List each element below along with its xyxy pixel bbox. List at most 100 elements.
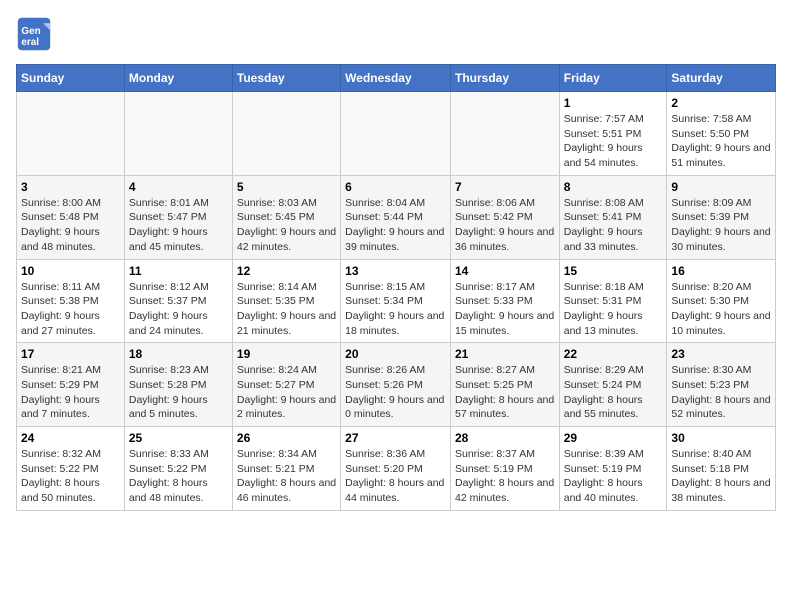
calendar-cell: 9 Sunrise: 8:09 AM Sunset: 5:39 PM Daylig… [667,175,776,259]
day-detail: Sunrise: 8:33 AM Sunset: 5:22 PM Dayligh… [129,447,228,506]
calendar-cell: 26 Sunrise: 8:34 AM Sunset: 5:21 PM Dayli… [232,427,340,511]
calendar-cell: 2 Sunrise: 7:58 AM Sunset: 5:50 PM Daylig… [667,92,776,176]
calendar-cell: 7 Sunrise: 8:06 AM Sunset: 5:42 PM Daylig… [450,175,559,259]
calendar-cell: 29 Sunrise: 8:39 AM Sunset: 5:19 PM Dayli… [559,427,667,511]
day-detail: Sunrise: 8:37 AM Sunset: 5:19 PM Dayligh… [455,447,555,506]
day-number: 25 [129,431,228,445]
day-number: 2 [671,96,771,110]
day-detail: Sunrise: 8:36 AM Sunset: 5:20 PM Dayligh… [345,447,446,506]
day-detail: Sunrise: 8:30 AM Sunset: 5:23 PM Dayligh… [671,363,771,422]
calendar-cell: 25 Sunrise: 8:33 AM Sunset: 5:22 PM Dayli… [124,427,232,511]
day-detail: Sunrise: 8:12 AM Sunset: 5:37 PM Dayligh… [129,280,228,339]
day-detail: Sunrise: 8:20 AM Sunset: 5:30 PM Dayligh… [671,280,771,339]
calendar-cell: 3Sunrise: 8:00 AM Sunset: 5:48 PM Daylig… [17,175,125,259]
day-number: 22 [564,347,663,361]
calendar-cell: 18 Sunrise: 8:23 AM Sunset: 5:28 PM Dayli… [124,343,232,427]
day-number: 23 [671,347,771,361]
calendar-cell: 1 Sunrise: 7:57 AM Sunset: 5:51 PM Daylig… [559,92,667,176]
day-number: 11 [129,264,228,278]
day-number: 13 [345,264,446,278]
calendar-cell [450,92,559,176]
day-number: 9 [671,180,771,194]
header-thursday: Thursday [450,65,559,92]
calendar-cell: 23 Sunrise: 8:30 AM Sunset: 5:23 PM Dayli… [667,343,776,427]
day-detail: Sunrise: 8:32 AM Sunset: 5:22 PM Dayligh… [21,447,120,506]
day-number: 6 [345,180,446,194]
day-detail: Sunrise: 8:24 AM Sunset: 5:27 PM Dayligh… [237,363,336,422]
day-number: 14 [455,264,555,278]
header-wednesday: Wednesday [341,65,451,92]
day-detail: Sunrise: 8:40 AM Sunset: 5:18 PM Dayligh… [671,447,771,506]
day-number: 16 [671,264,771,278]
calendar-cell: 21 Sunrise: 8:27 AM Sunset: 5:25 PM Dayli… [450,343,559,427]
day-detail: Sunrise: 7:58 AM Sunset: 5:50 PM Dayligh… [671,112,771,171]
calendar-cell: 11 Sunrise: 8:12 AM Sunset: 5:37 PM Dayli… [124,259,232,343]
day-number: 1 [564,96,663,110]
calendar-table: SundayMondayTuesdayWednesdayThursdayFrid… [16,64,776,511]
header-tuesday: Tuesday [232,65,340,92]
logo: Gen eral [16,16,58,52]
day-detail: Sunrise: 7:57 AM Sunset: 5:51 PM Dayligh… [564,112,663,171]
day-detail: Sunrise: 8:27 AM Sunset: 5:25 PM Dayligh… [455,363,555,422]
day-number: 18 [129,347,228,361]
day-detail: Sunrise: 8:26 AM Sunset: 5:26 PM Dayligh… [345,363,446,422]
day-number: 4 [129,180,228,194]
calendar-week-row: 10 Sunrise: 8:11 AM Sunset: 5:38 PM Dayli… [17,259,776,343]
header-sunday: Sunday [17,65,125,92]
day-detail: Sunrise: 8:00 AM Sunset: 5:48 PM Dayligh… [21,196,120,255]
calendar-header-row: SundayMondayTuesdayWednesdayThursdayFrid… [17,65,776,92]
calendar-cell: 12Sunrise: 8:14 AM Sunset: 5:35 PM Dayli… [232,259,340,343]
day-detail: Sunrise: 8:21 AM Sunset: 5:29 PM Dayligh… [21,363,120,422]
day-detail: Sunrise: 8:09 AM Sunset: 5:39 PM Dayligh… [671,196,771,255]
calendar-cell: 28 Sunrise: 8:37 AM Sunset: 5:19 PM Dayli… [450,427,559,511]
calendar-cell: 14Sunrise: 8:17 AM Sunset: 5:33 PM Dayli… [450,259,559,343]
day-detail: Sunrise: 8:01 AM Sunset: 5:47 PM Dayligh… [129,196,228,255]
day-number: 10 [21,264,120,278]
day-detail: Sunrise: 8:06 AM Sunset: 5:42 PM Dayligh… [455,196,555,255]
header-monday: Monday [124,65,232,92]
calendar-cell: 13 Sunrise: 8:15 AM Sunset: 5:34 PM Dayli… [341,259,451,343]
day-number: 29 [564,431,663,445]
day-number: 21 [455,347,555,361]
calendar-cell: 4 Sunrise: 8:01 AM Sunset: 5:47 PM Daylig… [124,175,232,259]
day-detail: Sunrise: 8:15 AM Sunset: 5:34 PM Dayligh… [345,280,446,339]
calendar-cell [17,92,125,176]
calendar-cell [124,92,232,176]
day-number: 17 [21,347,120,361]
day-number: 24 [21,431,120,445]
day-number: 26 [237,431,336,445]
day-number: 30 [671,431,771,445]
day-detail: Sunrise: 8:03 AM Sunset: 5:45 PM Dayligh… [237,196,336,255]
header-saturday: Saturday [667,65,776,92]
page-header: Gen eral [16,16,776,52]
day-detail: Sunrise: 8:08 AM Sunset: 5:41 PM Dayligh… [564,196,663,255]
logo-icon: Gen eral [16,16,52,52]
calendar-cell: 16 Sunrise: 8:20 AM Sunset: 5:30 PM Dayli… [667,259,776,343]
calendar-week-row: 3Sunrise: 8:00 AM Sunset: 5:48 PM Daylig… [17,175,776,259]
day-detail: Sunrise: 8:23 AM Sunset: 5:28 PM Dayligh… [129,363,228,422]
day-number: 19 [237,347,336,361]
day-detail: Sunrise: 8:04 AM Sunset: 5:44 PM Dayligh… [345,196,446,255]
day-number: 28 [455,431,555,445]
calendar-cell [341,92,451,176]
day-number: 20 [345,347,446,361]
calendar-cell: 30 Sunrise: 8:40 AM Sunset: 5:18 PM Dayli… [667,427,776,511]
day-number: 27 [345,431,446,445]
day-number: 15 [564,264,663,278]
calendar-cell: 6 Sunrise: 8:04 AM Sunset: 5:44 PM Daylig… [341,175,451,259]
calendar-cell: 5Sunrise: 8:03 AM Sunset: 5:45 PM Daylig… [232,175,340,259]
day-detail: Sunrise: 8:34 AM Sunset: 5:21 PM Dayligh… [237,447,336,506]
calendar-cell: 24 Sunrise: 8:32 AM Sunset: 5:22 PM Dayli… [17,427,125,511]
calendar-week-row: 17 Sunrise: 8:21 AM Sunset: 5:29 PM Dayli… [17,343,776,427]
day-number: 8 [564,180,663,194]
calendar-week-row: 1 Sunrise: 7:57 AM Sunset: 5:51 PM Daylig… [17,92,776,176]
calendar-week-row: 24 Sunrise: 8:32 AM Sunset: 5:22 PM Dayli… [17,427,776,511]
calendar-cell: 27 Sunrise: 8:36 AM Sunset: 5:20 PM Dayli… [341,427,451,511]
day-detail: Sunrise: 8:11 AM Sunset: 5:38 PM Dayligh… [21,280,120,339]
day-detail: Sunrise: 8:39 AM Sunset: 5:19 PM Dayligh… [564,447,663,506]
day-detail: Sunrise: 8:18 AM Sunset: 5:31 PM Dayligh… [564,280,663,339]
day-number: 7 [455,180,555,194]
calendar-cell: 20 Sunrise: 8:26 AM Sunset: 5:26 PM Dayli… [341,343,451,427]
header-friday: Friday [559,65,667,92]
day-number: 12 [237,264,336,278]
